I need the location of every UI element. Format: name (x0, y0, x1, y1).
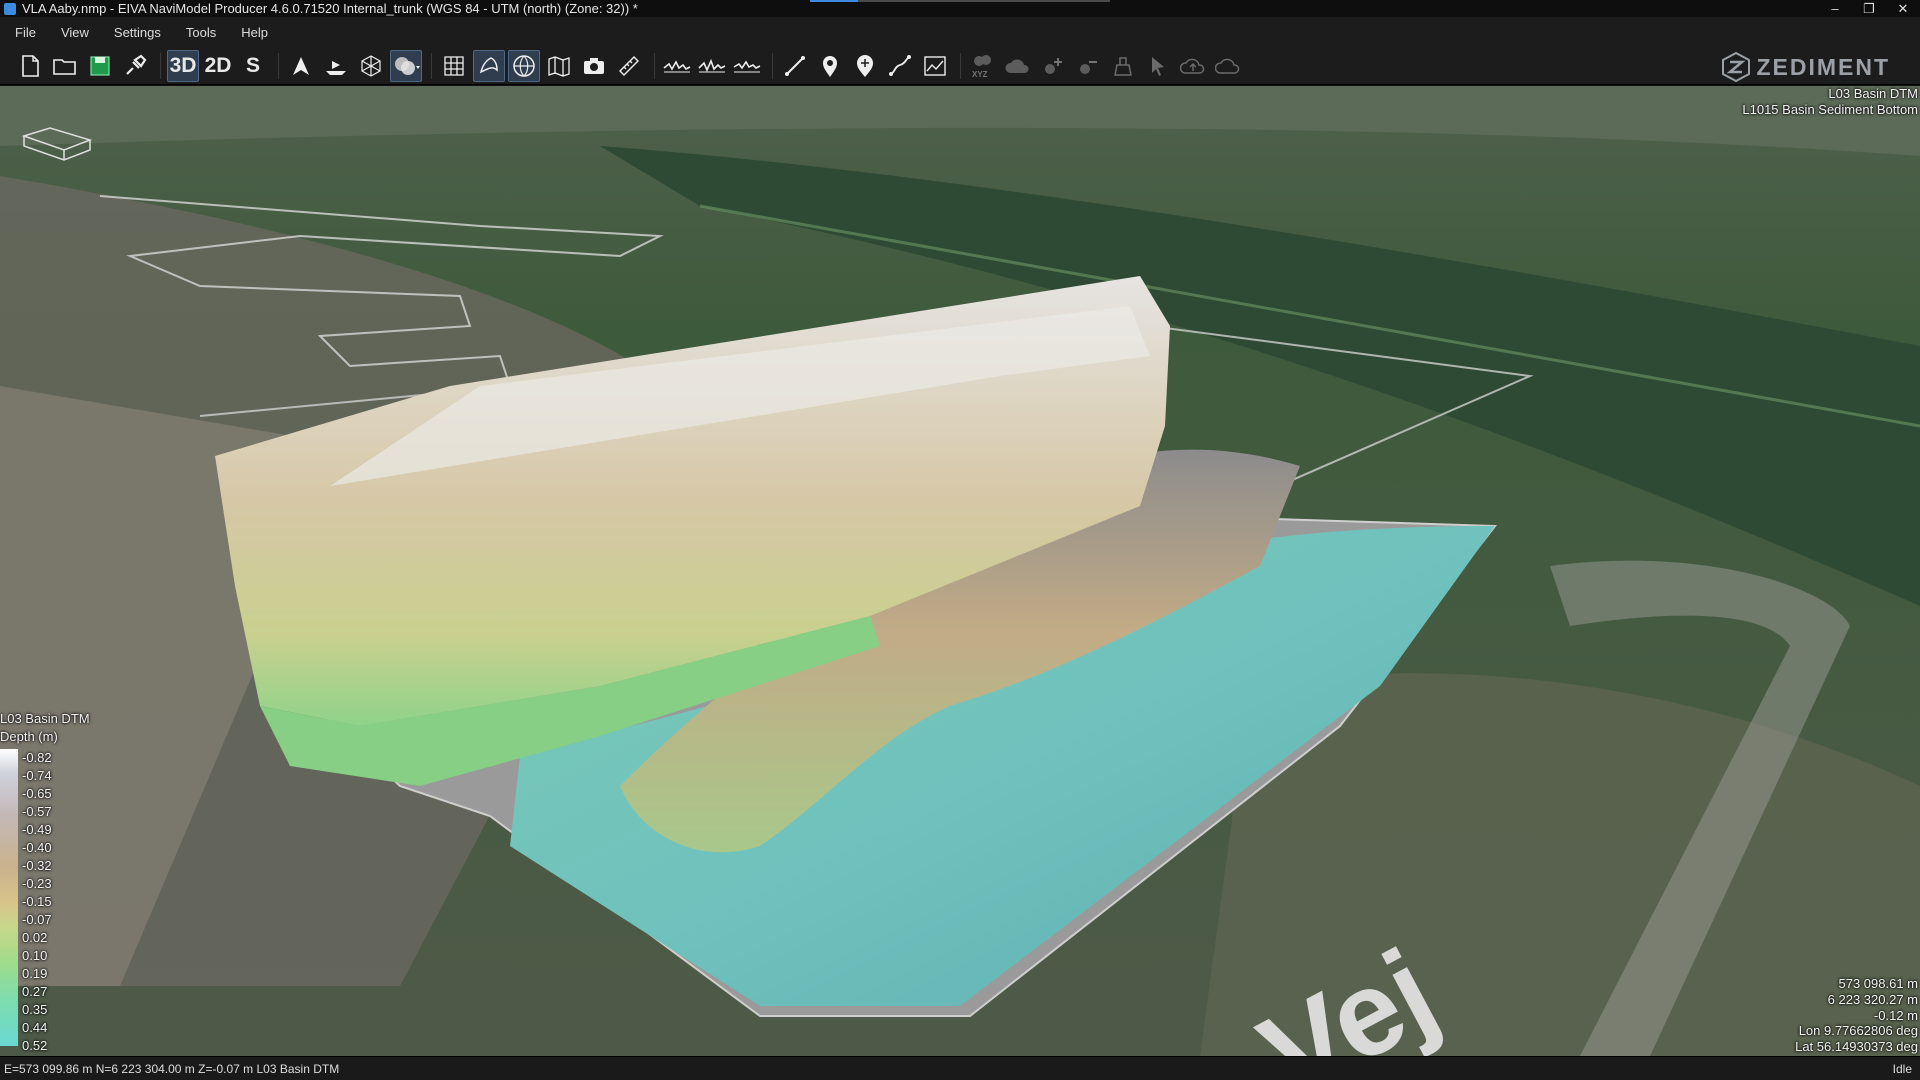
view-3d-button[interactable]: 3D (167, 50, 199, 82)
menu-help[interactable]: Help (226, 25, 278, 40)
zediment-logo: ZEDIMENT (1722, 52, 1890, 82)
minimize-button[interactable]: – (1818, 0, 1852, 17)
map-icon[interactable] (543, 50, 575, 82)
toolbar-separator (160, 53, 161, 79)
legend-tick-label: -0.07 (22, 912, 52, 927)
measure-ruler-icon[interactable] (613, 50, 645, 82)
cloud-icon[interactable] (1212, 50, 1244, 82)
open-folder-icon[interactable] (49, 50, 81, 82)
new-file-icon[interactable] (14, 50, 46, 82)
profile-cross-icon[interactable] (696, 50, 728, 82)
close-button[interactable]: ✕ (1886, 0, 1920, 17)
profile-icon[interactable] (661, 50, 693, 82)
legend-unit-label: Depth (m) (0, 729, 58, 744)
layer-name-dtm: L03 Basin DTM (1828, 86, 1918, 101)
menu-bar: File View Settings Tools Help (0, 17, 1920, 48)
depth-legend: L03 Basin DTM Depth (m) -0.82 -0.74 -0.65-… (0, 710, 90, 1055)
add-point-icon[interactable] (1037, 50, 1069, 82)
vessel-icon[interactable] (320, 50, 352, 82)
window-title: VLA Aaby.nmp - EIVA NaviModel Producer 4… (22, 1, 638, 16)
legend-tick-label: -0.32 (22, 858, 52, 873)
scene-render: Vej (0, 86, 1920, 1056)
contour-icon[interactable] (473, 50, 505, 82)
legend-tick-label: 0.02 (22, 930, 48, 945)
loading-progress-bar (810, 0, 1110, 2)
menu-file[interactable]: File (0, 25, 46, 40)
menu-tools[interactable]: Tools (171, 25, 226, 40)
loading-progress-fill (810, 0, 858, 2)
globe-icon[interactable] (508, 50, 540, 82)
title-bar: VLA Aaby.nmp - EIVA NaviModel Producer 4… (0, 0, 1920, 17)
cursor-coordinates: 573 098.61 m 6 223 320.27 m -0.12 m Lon … (1795, 976, 1918, 1055)
status-bar: E=573 099.86 m N=6 223 304.00 m Z=-0.07 … (0, 1056, 1920, 1080)
northing-value: 6 223 320.27 m (1827, 991, 1918, 1007)
clean-data-icon[interactable] (1107, 50, 1139, 82)
area-chart-icon[interactable] (919, 50, 951, 82)
plugin-icon[interactable] (119, 50, 151, 82)
polyline-icon[interactable] (884, 50, 916, 82)
line-tool-icon[interactable] (779, 50, 811, 82)
latitude-value: Lat 56.14930373 deg (1795, 1039, 1918, 1055)
status-state-text: Idle (1892, 1061, 1912, 1076)
status-position-text: E=573 099.86 m N=6 223 304.00 m Z=-0.07 … (4, 1061, 340, 1076)
legend-tick-label: -0.49 (22, 822, 52, 837)
navigation-cube-icon (21, 127, 93, 161)
menu-view[interactable]: View (46, 25, 99, 40)
window-controls: – ❐ ✕ (1818, 0, 1920, 17)
north-arrow-icon[interactable] (285, 50, 317, 82)
cloud-upload-icon[interactable] (1177, 50, 1209, 82)
legend-tick-label: 0.19 (22, 966, 48, 981)
legend-tick-list: -0.82 -0.74 -0.65 -0.57 -0.49 -0.40 -0.32 -0.23… (22, 749, 52, 1055)
legend-tick-label: -0.82 (22, 750, 52, 765)
legend-tick-label: -0.74 (22, 768, 52, 783)
layer-name-sediment: L1015 Basin Sediment Bottom (1742, 102, 1918, 117)
toolbar-separator (431, 53, 432, 79)
easting-value: 573 098.61 m (1838, 976, 1918, 991)
cloud-grid-icon[interactable] (1002, 50, 1034, 82)
longitude-value: Lon 9.77662806 deg (1798, 1023, 1918, 1039)
view-s-button[interactable]: S (237, 50, 269, 82)
save-icon[interactable] (84, 50, 116, 82)
active-layers-label: L03 Basin DTM L1015 Basin Sediment Botto… (1742, 86, 1918, 118)
target-pin-icon[interactable] (849, 50, 881, 82)
xyz-cloud-icon[interactable]: XYZ (967, 50, 999, 82)
svg-text:XYZ: XYZ (972, 70, 988, 79)
camera-icon[interactable] (578, 50, 610, 82)
legend-tick-label: -0.65 (22, 786, 52, 801)
legend-tick-label: -0.15 (22, 894, 52, 909)
legend-tick-label: -0.57 (22, 804, 52, 819)
main-toolbar: 3D 2D S XYZ (0, 48, 1920, 85)
zediment-logo-icon (1722, 52, 1751, 82)
legend-tick-label: -0.23 (22, 876, 52, 891)
navigation-cube[interactable] (21, 120, 93, 169)
restore-button[interactable]: ❐ (1852, 0, 1886, 17)
z-value: -0.12 m (1873, 1007, 1918, 1023)
legend-tick-label: 0.44 (22, 1020, 48, 1035)
toolbar-separator (960, 53, 961, 79)
model-mesh-icon[interactable] (355, 50, 387, 82)
legend-tick-label: -0.40 (22, 840, 52, 855)
toolbar-separator (654, 53, 655, 79)
layers-dropdown-icon[interactable] (390, 50, 422, 82)
zediment-logo-text: ZEDIMENT (1756, 53, 1890, 80)
app-icon (4, 2, 16, 15)
legend-tick-label: 0.10 (22, 948, 48, 963)
profile-long-icon[interactable] (731, 50, 763, 82)
legend-color-bar (0, 749, 18, 1046)
legend-layer-title: L03 Basin DTM (0, 711, 90, 726)
remove-point-icon[interactable] (1072, 50, 1104, 82)
select-cursor-icon[interactable] (1142, 50, 1174, 82)
toolbar-separator (278, 53, 279, 79)
menu-settings[interactable]: Settings (99, 25, 171, 40)
3d-viewport[interactable]: Vej (0, 86, 1920, 1056)
legend-tick-label: 0.27 (22, 984, 48, 999)
toolbar-separator (772, 53, 773, 79)
legend-tick-label: 0.52 (22, 1038, 48, 1053)
grid-icon[interactable] (438, 50, 470, 82)
view-2d-button[interactable]: 2D (202, 50, 234, 82)
pin-icon[interactable] (814, 50, 846, 82)
legend-tick-label: 0.35 (22, 1002, 48, 1017)
